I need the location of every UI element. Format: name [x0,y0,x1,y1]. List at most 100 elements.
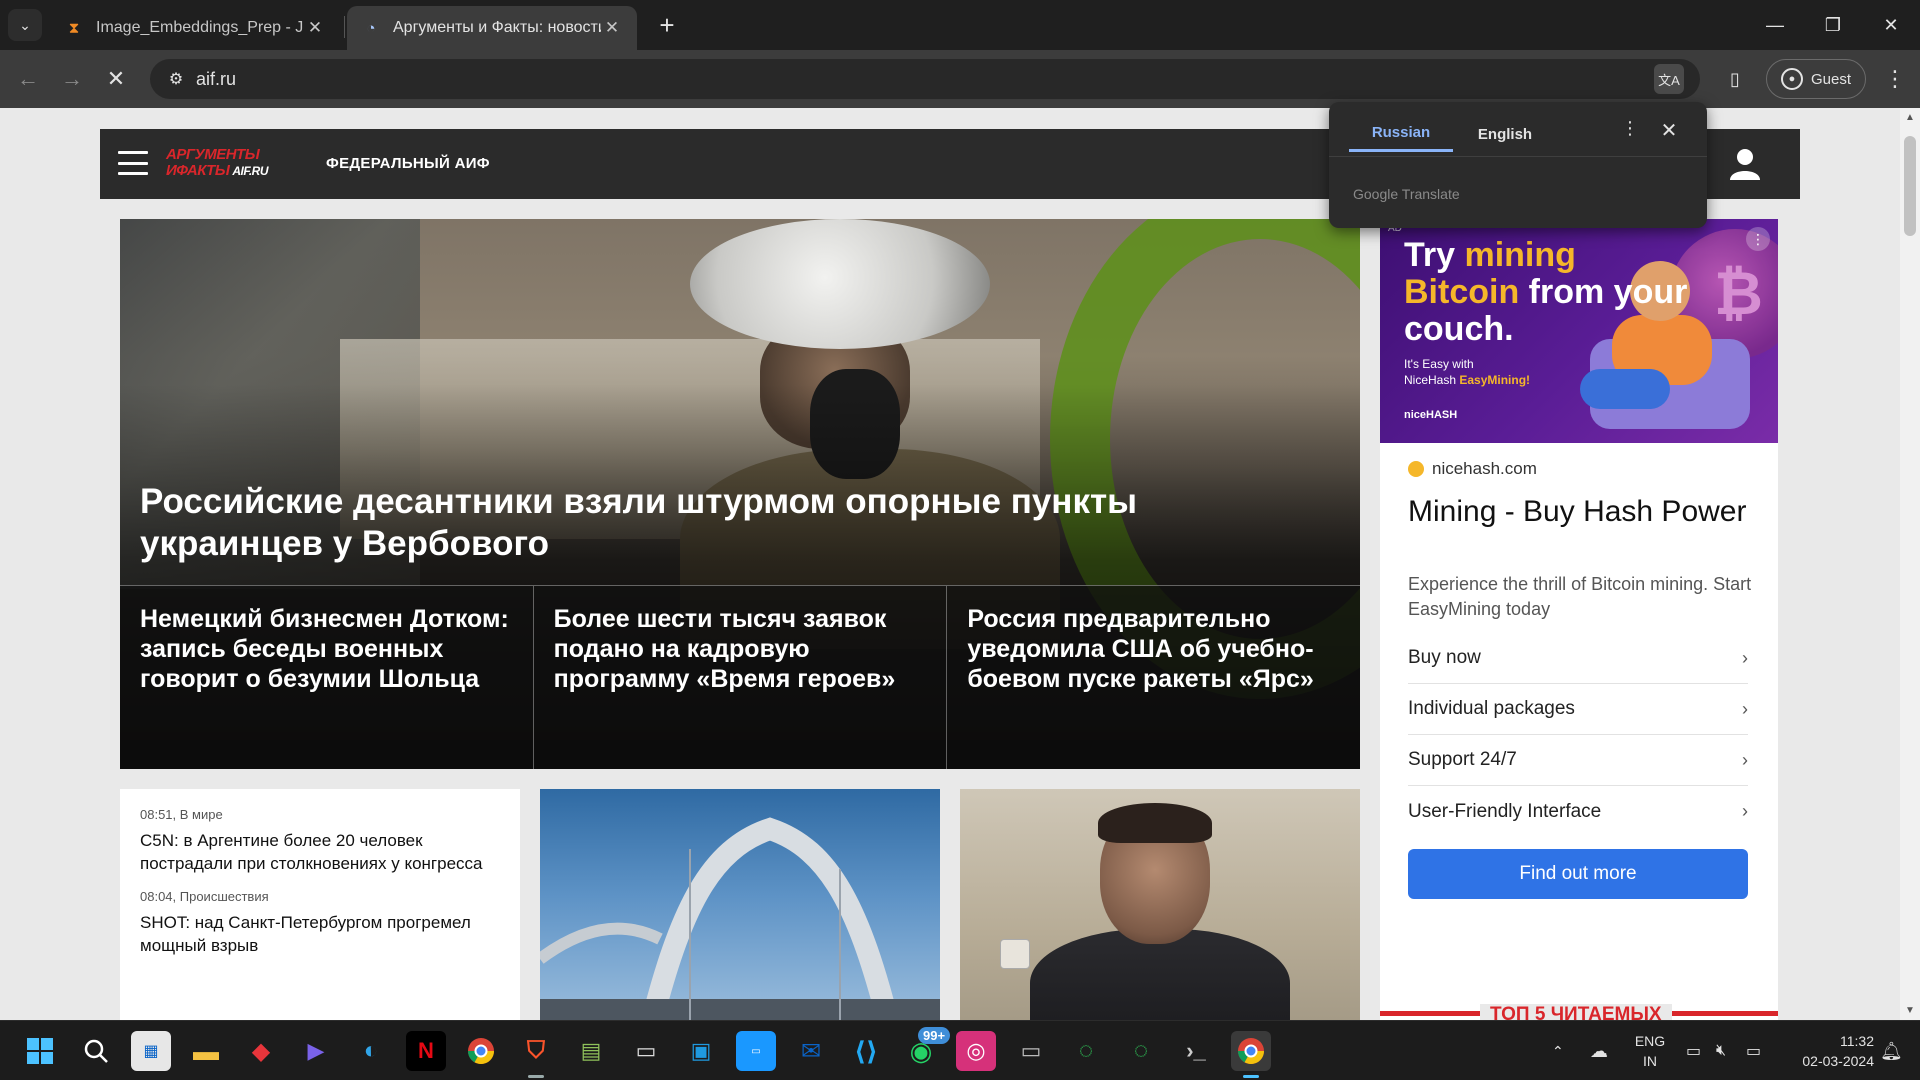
ad-domain-text: nicehash.com [1432,459,1537,478]
advertisement[interactable]: ₿ AD ⋮ Try mining Bitcoin from your couc… [1380,219,1778,1020]
translate-tab-russian[interactable]: Russian [1349,116,1453,152]
chevron-right-icon: › [1742,801,1748,821]
tray-chevron-up-icon[interactable]: ⌃ [1552,1021,1564,1080]
netflix-icon[interactable]: N [406,1031,446,1071]
edge-icon[interactable]: ◐ [351,1031,391,1071]
user-icon[interactable] [1728,147,1762,181]
person-icon: ● [1780,68,1803,90]
tab-aif[interactable]: ◔ Аргументы и Факты: новости Р ✕ [347,6,637,50]
hamburger-menu-icon[interactable] [118,151,148,175]
ad-link[interactable]: User-Friendly Interface › [1408,786,1748,837]
input-language[interactable]: ENG IN [1632,1031,1668,1071]
translate-options-icon[interactable]: ⋮ [1617,118,1643,144]
side-panel-icon[interactable]: ▯ [1722,66,1748,92]
tab-search-button[interactable]: ⌄ [8,9,42,41]
vscode-icon[interactable]: ⟨⟩ [846,1031,886,1071]
photo-card-bridge[interactable] [540,789,940,1020]
url-text[interactable]: aif.ru [196,69,236,90]
ad-link[interactable]: Support 24/7 › [1408,735,1748,786]
brave-icon[interactable]: ⛉ [516,1031,556,1071]
back-button[interactable]: ← [10,61,46,97]
task-app-icon[interactable]: ▣ [681,1031,721,1071]
forward-button[interactable]: → [54,61,90,97]
windows-start-icon[interactable] [20,1031,60,1071]
close-window-button[interactable]: ✕ [1862,0,1920,50]
sub-story[interactable]: Россия предварительно уведомила США об у… [947,586,1360,769]
browser-menu-icon[interactable]: ⋮ [1880,64,1910,94]
hero-headline[interactable]: Российские десантники взяли штурмом опор… [140,481,1290,565]
instagram-icon[interactable]: ◎ [956,1031,996,1071]
ad-banner[interactable]: ₿ AD ⋮ Try mining Bitcoin from your couc… [1380,219,1778,443]
close-tab-icon[interactable]: ✕ [601,18,623,38]
chevron-right-icon: › [1742,698,1748,719]
news-item[interactable]: 08:04, Происшествия SHOT: над Санкт-Пете… [140,889,500,957]
ad-domain[interactable]: nicehash.com [1408,459,1537,479]
page-scrollbar[interactable]: ▲ ▼ [1900,108,1920,1020]
window-app-icon[interactable]: ▭ [1011,1031,1051,1071]
browser-toolbar: ← → ✕ ⚙ aif.ru 文A ▯ ● Guest ⋮ [0,50,1920,108]
photo-app-icon[interactable]: ▤ [571,1031,611,1071]
notification-bell-icon[interactable]: 🔔︎ [1880,1021,1903,1080]
ms-store-icon[interactable]: ▦ [131,1031,171,1071]
ad-link[interactable]: Individual packages › [1408,684,1748,735]
site-logo[interactable]: АРГУМЕНТЫ ИФАКТЫ AIF.RU [166,147,288,181]
onedrive-cloud-icon[interactable]: ☁ [1590,1021,1608,1080]
scroll-down-icon[interactable]: ▼ [1900,1005,1920,1016]
file-explorer-icon[interactable]: ▬ [186,1031,226,1071]
address-bar[interactable]: ⚙ aif.ru 文A [150,59,1700,99]
anydesk-icon[interactable]: ◆ [241,1031,281,1071]
scroll-up-icon[interactable]: ▲ [1900,112,1920,123]
terminal-app-icon[interactable]: ▭ [626,1031,666,1071]
outlook-icon[interactable]: ✉ [791,1031,831,1071]
terminal-icon[interactable]: ›_ [1176,1031,1216,1071]
volume-muted-icon[interactable]: 🔇︎ [1716,1021,1726,1080]
photo-card-man[interactable] [960,789,1360,1020]
translate-tab-english[interactable]: English [1453,116,1557,152]
ad-cta-button[interactable]: Find out more [1408,849,1748,899]
news-text[interactable]: C5N: в Аргентине более 20 человек постра… [140,829,500,875]
sub-story[interactable]: Более шести тысяч заявок подано на кадро… [534,586,948,769]
refresh-app-icon[interactable]: ◌ [1066,1031,1106,1071]
news-text[interactable]: SHOT: над Санкт-Петербургом прогремел мо… [140,911,500,957]
running-indicator [1243,1075,1259,1078]
tab-title: Аргументы и Факты: новости Р [393,19,601,36]
stop-loading-button[interactable]: ✕ [98,61,134,97]
battery-icon[interactable]: ▭ [1746,1021,1761,1080]
restore-button[interactable]: ❐ [1804,0,1862,50]
ad-links: Buy now › Individual packages › Support 24… [1408,633,1748,837]
sub-story[interactable]: Немецкий бизнесмен Дотком: запись беседы… [120,586,534,769]
chevron-right-icon: › [1742,647,1748,668]
logo-line-1: АРГУМЕНТЫ [166,146,260,163]
ad-brand-small: niceHASH [1404,409,1458,421]
arrow-right-icon: → [61,66,83,91]
ad-headline: Try mining Bitcoin from your couch. [1404,236,1688,348]
profile-button[interactable]: ● Guest [1766,59,1866,99]
chrome-icon[interactable] [461,1031,501,1071]
ad-title[interactable]: Mining - Buy Hash Power [1408,495,1758,529]
system-clock[interactable]: 11:32 02-03-2024 [1782,1031,1874,1071]
top5-section: ТОП 5 ЧИТАЕМЫХ [1380,1004,1778,1020]
scrollbar-thumb[interactable] [1904,136,1916,236]
tab-jupyter[interactable]: ⧗ Image_Embeddings_Prep - Jupy ✕ [50,6,340,50]
ad-link[interactable]: Buy now › [1408,633,1748,684]
prime-video-icon[interactable]: ▭ [736,1031,776,1071]
new-tab-button[interactable]: + [650,8,684,42]
chrome-active-icon[interactable] [1231,1031,1271,1071]
profile-label: Guest [1810,70,1852,88]
network-icon[interactable]: ▭ [1686,1021,1701,1080]
media-player-icon[interactable]: ▶ [296,1031,336,1071]
site-settings-icon[interactable]: ⚙ [156,69,196,89]
hourglass-icon: ⧗ [68,19,80,37]
section-label[interactable]: ФЕДЕРАЛЬНЫЙ АИФ [326,155,490,172]
news-item[interactable]: 08:51, В мире C5N: в Аргентине более 20 … [140,807,500,875]
translate-close-icon[interactable]: ✕ [1656,118,1682,144]
close-tab-icon[interactable]: ✕ [304,18,326,38]
sync-app-icon[interactable]: ◌ [1121,1031,1161,1071]
taskbar-search-icon[interactable] [76,1031,116,1071]
logo-line-2: ИФАКТЫ AIF.RU [166,162,268,179]
minimize-button[interactable]: — [1746,0,1804,50]
hero-story[interactable]: Российские десантники взяли штурмом опор… [120,219,1360,769]
stop-icon: ✕ [106,66,126,91]
translate-icon[interactable]: 文A [1654,64,1684,94]
news-meta: 08:04, Происшествия [140,889,269,904]
